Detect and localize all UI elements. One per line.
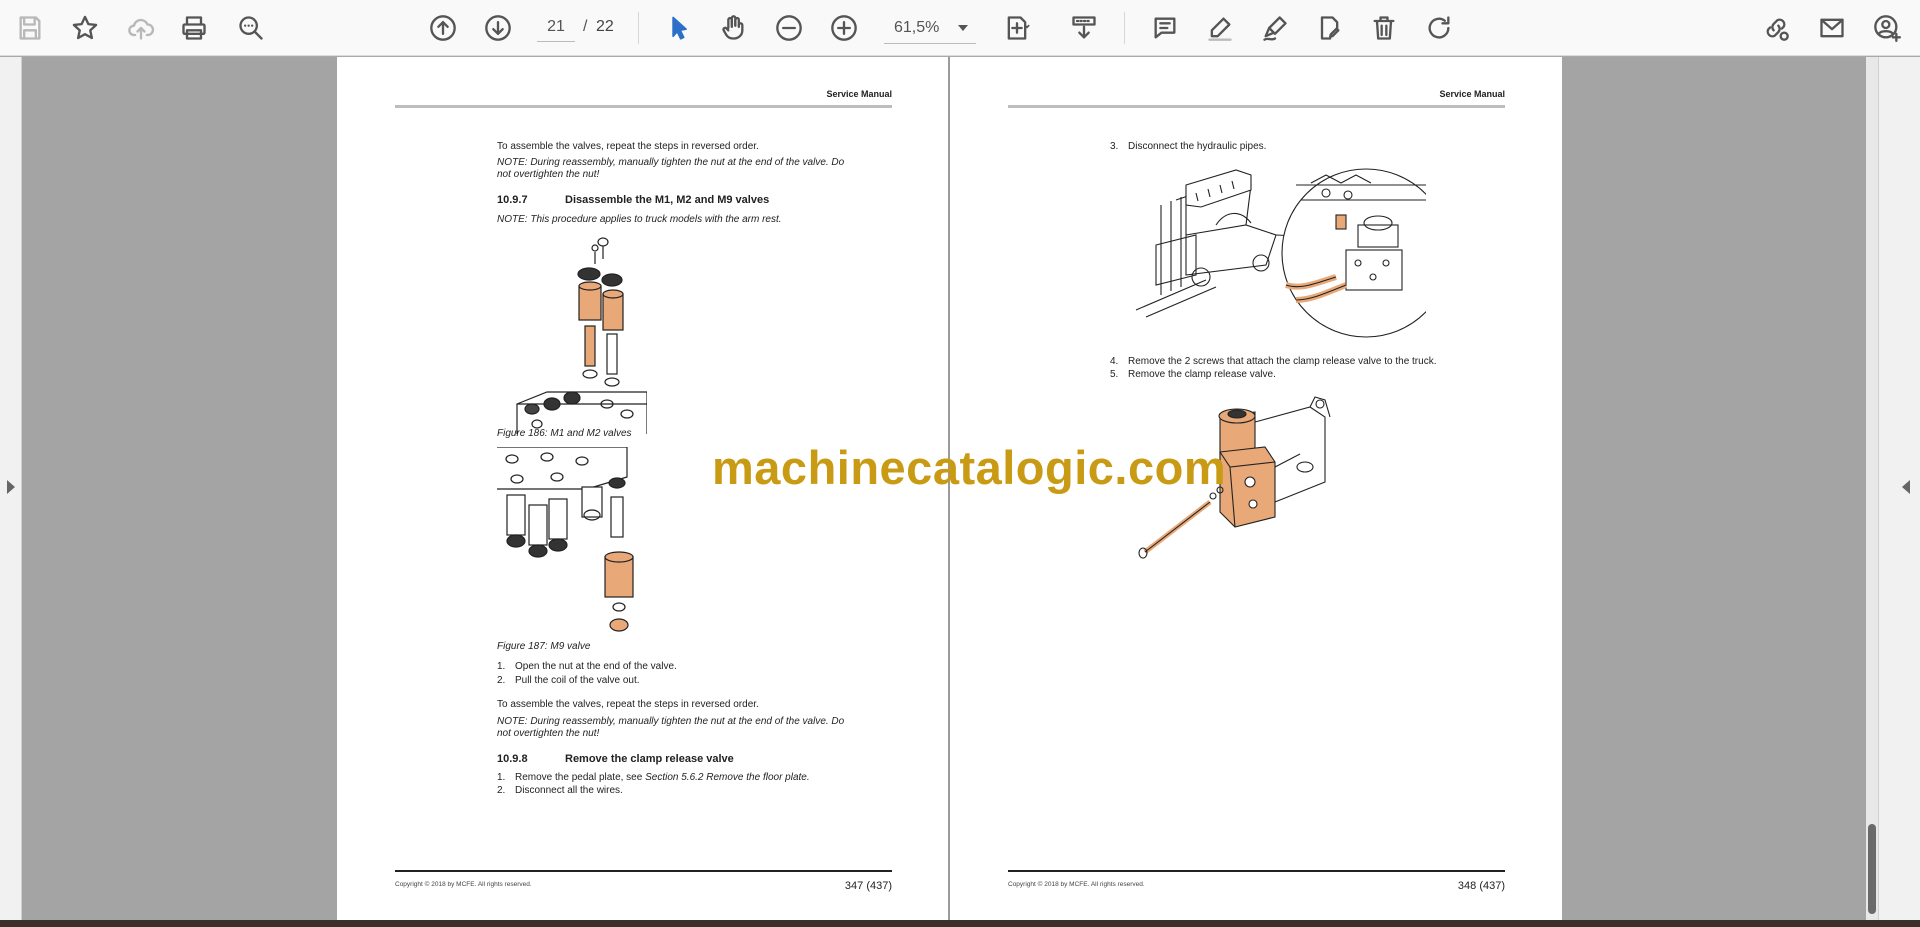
list-item: 3. Disconnect the hydraulic pipes. (1110, 141, 1266, 153)
page-header: Service Manual (826, 89, 892, 99)
list-item: 4. Remove the 2 screws that attach the cl… (1110, 356, 1436, 368)
add-account-icon[interactable] (1867, 8, 1907, 48)
delete-trash-icon[interactable] (1364, 8, 1404, 48)
toolbar-divider (638, 12, 639, 44)
list-text: Pull the coil of the valve out. (515, 675, 640, 686)
paragraph: To assemble the valves, repeat the steps… (497, 699, 759, 710)
list-number: 1. (497, 772, 506, 783)
list-text: Disconnect all the wires. (515, 785, 623, 796)
zoom-dropdown[interactable]: 61,5% (884, 12, 976, 44)
header-rule (1008, 105, 1505, 108)
list-item: 1. Remove the pedal plate, see Section 5.… (497, 772, 810, 784)
list-item: 2. Disconnect all the wires. (497, 785, 623, 797)
email-icon[interactable] (1812, 8, 1852, 48)
next-page-icon[interactable] (478, 8, 518, 48)
footer-copyright: Copyright © 2018 by MCFE. All rights res… (395, 881, 532, 888)
page-number-input[interactable] (537, 12, 575, 42)
cloud-upload-icon[interactable] (121, 8, 161, 48)
scroll-mode-icon[interactable] (1064, 8, 1104, 48)
highlight-pen-icon[interactable] (1200, 8, 1240, 48)
page-header: Service Manual (1439, 89, 1505, 99)
rotate-icon[interactable] (1419, 8, 1459, 48)
footer-page-number: 347 (437) (844, 880, 892, 892)
note: NOTE: This procedure applies to truck mo… (497, 214, 782, 225)
hand-tool-icon[interactable] (713, 8, 753, 48)
section-number: 10.9.7 (497, 194, 528, 206)
list-text: Remove the pedal plate, see (515, 772, 646, 783)
watermark: machinecatalogic.com (712, 441, 1227, 494)
vertical-scrollbar[interactable] (1866, 57, 1878, 920)
section-heading: 10.9.8 Remove the clamp release valve (497, 753, 734, 765)
header-rule (395, 105, 892, 108)
page-total: 22 (596, 18, 614, 35)
chevron-right-icon (7, 480, 15, 494)
toolbar-divider (1124, 12, 1125, 44)
print-icon[interactable] (174, 8, 214, 48)
list-number: 3. (1110, 141, 1119, 152)
cross-reference-link[interactable]: Section 5.6.2 Remove the floor plate. (645, 772, 810, 783)
list-number: 2. (497, 785, 506, 796)
left-panel-toggle[interactable] (0, 57, 22, 920)
footer-rule (395, 870, 892, 872)
list-text: Disconnect the hydraulic pipes. (1128, 141, 1267, 152)
section-number: 10.9.8 (497, 753, 528, 765)
save-icon[interactable] (10, 8, 50, 48)
previous-page-icon[interactable] (423, 8, 463, 48)
note: NOTE: During reassembly, manually tighte… (497, 157, 845, 180)
list-text: Open the nut at the end of the valve. (515, 661, 677, 672)
list-number: 4. (1110, 356, 1119, 367)
zoom-value: 61,5% (894, 18, 940, 36)
fill-sign-icon[interactable] (1309, 8, 1349, 48)
list-number: 5. (1110, 369, 1119, 380)
figure-caption: Figure 186: M1 and M2 valves (497, 428, 632, 439)
zoom-search-icon[interactable] (231, 8, 271, 48)
footer-rule (1008, 870, 1505, 872)
figure-caption: Figure 187: M9 valve (497, 641, 591, 652)
share-link-icon[interactable] (1756, 8, 1796, 48)
page-separator: / (583, 18, 588, 35)
list-text: Remove the 2 screws that attach the clam… (1128, 356, 1437, 367)
figure-187-m9-valve (497, 446, 647, 637)
select-cursor-icon[interactable] (659, 8, 699, 48)
draw-freehand-icon[interactable] (1255, 8, 1295, 48)
list-item: 5. Remove the clamp release valve. (1110, 369, 1276, 381)
chevron-left-icon (1902, 480, 1910, 494)
right-panel-toggle[interactable] (1878, 57, 1920, 920)
comment-icon[interactable] (1145, 8, 1185, 48)
section-title: Remove the clamp release valve (565, 753, 734, 765)
section-heading: 10.9.7 Disassemble the M1, M2 and M9 valv… (497, 194, 769, 206)
figure-truck-hydraulic-pipes (1126, 165, 1451, 340)
zoom-out-icon[interactable] (769, 8, 809, 48)
note: NOTE: During reassembly, manually tighte… (497, 716, 845, 739)
figure-186-m1-m2-valves (497, 234, 648, 434)
list-number: 2. (497, 675, 506, 686)
list-item: 2. Pull the coil of the valve out. (497, 675, 640, 687)
list-number: 1. (497, 661, 506, 672)
section-title: Disassemble the M1, M2 and M9 valves (565, 194, 770, 206)
scrollbar-thumb[interactable] (1868, 824, 1876, 914)
list-item: 1. Open the nut at the end of the valve. (497, 661, 677, 673)
bookmark-star-icon[interactable] (65, 8, 105, 48)
footer-page-number: 348 (437) (1457, 880, 1505, 892)
toolbar: / 22 61,5% (0, 0, 1920, 56)
paragraph: To assemble the valves, repeat the steps… (497, 141, 759, 152)
page-fit-icon[interactable] (997, 8, 1037, 48)
list-text: Remove the clamp release valve. (1128, 369, 1276, 380)
taskbar-edge (0, 920, 1920, 927)
chevron-down-icon (958, 24, 968, 31)
footer-copyright: Copyright © 2018 by MCFE. All rights res… (1008, 881, 1145, 888)
zoom-in-icon[interactable] (824, 8, 864, 48)
